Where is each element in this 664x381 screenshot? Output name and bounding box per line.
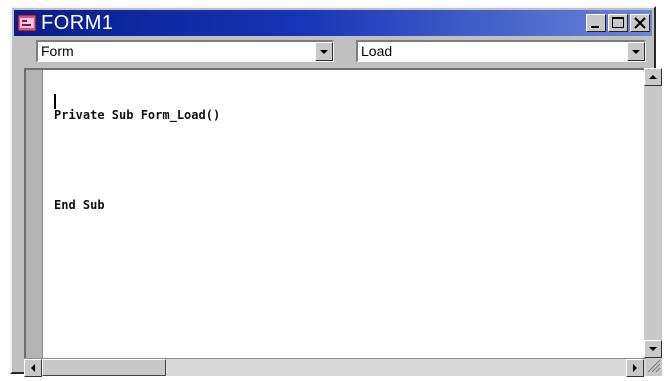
object-combo[interactable]: Form	[36, 40, 334, 62]
code-window: FORM1 Form Load Private Sub Form_Load() …	[10, 6, 662, 377]
code-editor[interactable]: Private Sub Form_Load() End Sub	[24, 68, 644, 358]
vertical-scrollbar[interactable]	[644, 68, 662, 358]
minimize-button[interactable]	[586, 14, 606, 32]
object-combo-dropdown-button[interactable]	[315, 42, 333, 61]
scroll-up-button[interactable]	[644, 68, 662, 86]
arrow-right-icon	[633, 364, 637, 372]
maximize-icon	[612, 17, 624, 28]
object-combo-value: Form	[41, 43, 74, 59]
title-bar[interactable]: FORM1	[14, 10, 652, 36]
editor-margin	[26, 70, 43, 358]
horizontal-scroll-thumb[interactable]	[42, 359, 166, 376]
procedure-combo-value: Load	[361, 43, 393, 59]
code-text[interactable]: Private Sub Form_Load() End Sub	[54, 78, 220, 243]
minimize-icon	[591, 26, 599, 28]
code-line: End Sub	[54, 198, 105, 212]
arrow-left-icon	[31, 364, 35, 372]
horizontal-scrollbar[interactable]	[24, 358, 646, 377]
arrow-down-icon	[649, 347, 657, 351]
procedure-combo[interactable]: Load	[356, 40, 646, 62]
resize-grip[interactable]	[646, 358, 662, 376]
resize-grip-icon	[647, 359, 661, 373]
scroll-down-button[interactable]	[644, 340, 662, 358]
close-button[interactable]	[630, 14, 650, 32]
code-line: Private Sub Form_Load()	[54, 108, 221, 122]
scroll-right-button[interactable]	[626, 359, 644, 377]
close-icon	[634, 17, 646, 29]
arrow-up-icon	[649, 75, 657, 79]
vb-form-icon[interactable]	[17, 13, 37, 33]
text-caret	[54, 94, 56, 109]
maximize-button[interactable]	[608, 14, 628, 32]
window-title: FORM1	[41, 12, 114, 34]
scroll-left-button[interactable]	[24, 359, 42, 377]
procedure-combo-dropdown-button[interactable]	[627, 42, 645, 61]
